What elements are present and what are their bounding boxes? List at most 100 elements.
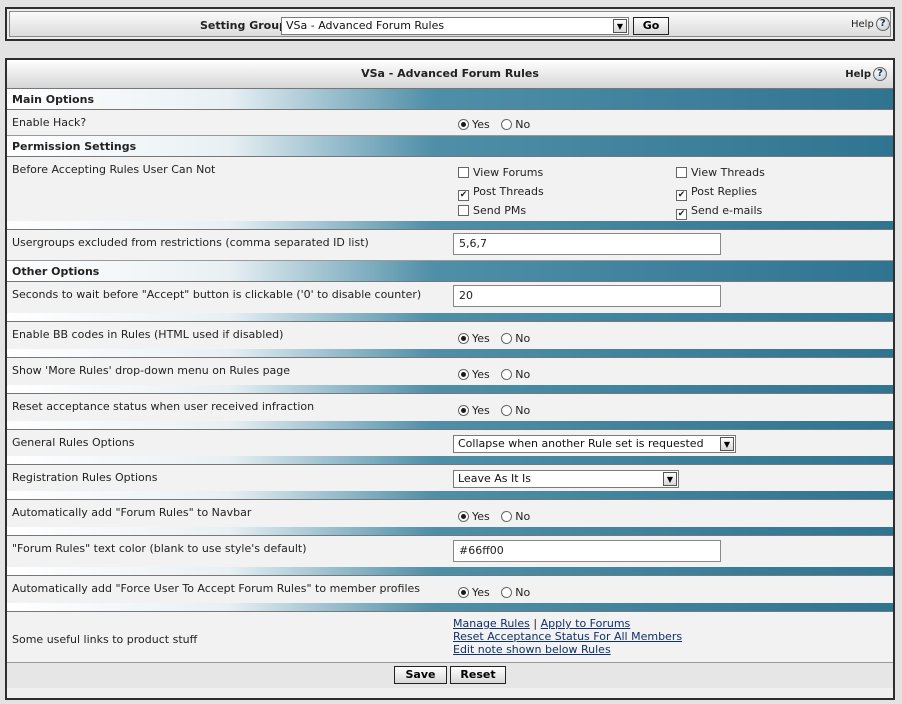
reset-button[interactable]: Reset	[450, 666, 506, 684]
setting-label: General Rules Options	[12, 436, 135, 449]
general-rules-select[interactable]: Collapse when another Rule set is reques…	[453, 435, 736, 453]
checkmark-icon: ✔	[458, 190, 469, 201]
radio-selected-icon	[458, 405, 469, 416]
setting-group-selected: VSa - Advanced Forum Rules	[286, 19, 445, 32]
section-main-options: Main Options	[7, 89, 893, 110]
radio-no[interactable]: No	[501, 332, 530, 345]
separator	[7, 603, 893, 612]
settings-panel: VSa - Advanced Forum Rules Help? Main Op…	[5, 58, 895, 700]
checkbox-send-emails[interactable]: ✔ Send e-mails	[676, 204, 762, 220]
edit-note-link[interactable]: Edit note shown below Rules	[453, 643, 611, 656]
checkmark-icon: ✔	[676, 190, 687, 201]
seconds-input[interactable]: 20	[453, 285, 721, 307]
panel-help-label: Help	[845, 69, 871, 80]
reset-acceptance-link[interactable]: Reset Acceptance Status For All Members	[453, 630, 682, 643]
general-rules-selected: Collapse when another Rule set is reques…	[458, 437, 704, 450]
setting-label: Show 'More Rules' drop-down menu on Rule…	[12, 364, 291, 377]
setting-label: Before Accepting Rules User Can Not	[12, 163, 216, 176]
radio-selected-icon	[458, 511, 469, 522]
separator	[7, 349, 893, 358]
panel-title-row: VSa - Advanced Forum Rules Help?	[7, 60, 893, 89]
setting-label: Enable BB codes in Rules (HTML used if d…	[12, 328, 284, 341]
separator	[7, 421, 893, 430]
setting-label: Automatically add "Force User To Accept …	[12, 582, 421, 595]
top-help-label: Help	[851, 19, 874, 30]
help-icon: ?	[875, 17, 890, 31]
setting-usergroups-excluded: Usergroups excluded from restrictions (c…	[7, 230, 893, 261]
setting-label: Seconds to wait before "Accept" button i…	[12, 288, 422, 301]
checkbox-post-replies[interactable]: ✔ Post Replies	[676, 185, 757, 201]
panel-help-link[interactable]: Help?	[845, 61, 887, 88]
setting-group-select[interactable]: VSa - Advanced Forum Rules ▼	[281, 17, 629, 35]
setting-seconds-wait: Seconds to wait before "Accept" button i…	[7, 282, 893, 313]
radio-no[interactable]: No	[501, 404, 530, 417]
radio-selected-icon	[458, 369, 469, 380]
radio-selected-icon	[458, 119, 469, 130]
radio-yes[interactable]: Yes	[458, 404, 490, 417]
radio-yes[interactable]: Yes	[458, 510, 490, 523]
manage-rules-link[interactable]: Manage Rules	[453, 617, 530, 630]
setting-label: Reset acceptance status when user receiv…	[12, 400, 315, 413]
radio-selected-icon	[458, 587, 469, 598]
setting-text-color: "Forum Rules" text color (blank to use s…	[7, 536, 893, 567]
form-footer: Save Reset	[7, 662, 893, 688]
setting-group-bar: Setting Group VSa - Advanced Forum Rules…	[5, 7, 895, 41]
setting-group-label: Setting Group	[200, 19, 287, 32]
checkmark-icon: ✔	[676, 209, 687, 220]
radio-yes[interactable]: Yes	[458, 586, 490, 599]
checkbox-send-pms[interactable]: Send PMs	[458, 204, 526, 217]
separator	[7, 567, 893, 576]
section-permission-settings: Permission Settings	[7, 136, 893, 157]
setting-reset-infraction: Reset acceptance status when user receiv…	[7, 394, 893, 421]
radio-icon	[501, 511, 513, 522]
radio-yes[interactable]: Yes	[458, 332, 490, 345]
registration-rules-selected: Leave As It Is	[458, 472, 531, 485]
radio-icon	[501, 405, 513, 416]
help-icon: ?	[873, 67, 887, 81]
checkbox-post-threads[interactable]: ✔ Post Threads	[458, 185, 544, 201]
registration-rules-select[interactable]: Leave As It Is ▼	[453, 470, 679, 488]
text-color-input[interactable]: #66ff00	[453, 540, 721, 562]
checkbox-view-forums[interactable]: View Forums	[458, 166, 543, 179]
separator	[7, 313, 893, 322]
radio-no[interactable]: No	[501, 586, 530, 599]
radio-icon	[501, 119, 513, 130]
top-help-link[interactable]: Help?	[851, 17, 890, 31]
setting-enable-hack: Enable Hack? Yes No	[7, 110, 893, 136]
setting-label: Usergroups excluded from restrictions (c…	[12, 236, 369, 249]
chevron-down-icon: ▼	[663, 472, 677, 486]
radio-yes[interactable]: Yes	[458, 118, 490, 131]
radio-no[interactable]: No	[501, 368, 530, 381]
separator	[7, 491, 893, 500]
setting-label: Registration Rules Options	[12, 471, 158, 484]
setting-bb-codes: Enable BB codes in Rules (HTML used if d…	[7, 322, 893, 349]
radio-icon	[501, 333, 513, 344]
separator	[7, 456, 893, 465]
radio-selected-icon	[458, 333, 469, 344]
setting-label: Automatically add "Forum Rules" to Navba…	[12, 506, 252, 519]
setting-before-accepting: Before Accepting Rules User Can Not View…	[7, 157, 893, 221]
save-button[interactable]: Save	[394, 666, 447, 684]
link-separator: |	[533, 617, 538, 630]
checkbox-icon	[458, 205, 469, 216]
setting-label: "Forum Rules" text color (blank to use s…	[12, 542, 307, 555]
apply-to-forums-link[interactable]: Apply to Forums	[541, 617, 631, 630]
checkbox-view-threads[interactable]: View Threads	[676, 166, 765, 179]
setting-label: Some useful links to product stuff	[12, 633, 198, 646]
usergroups-input[interactable]: 5,6,7	[453, 233, 721, 255]
radio-no[interactable]: No	[501, 510, 530, 523]
checkbox-icon	[458, 167, 469, 178]
radio-yes[interactable]: Yes	[458, 368, 490, 381]
go-button[interactable]: Go	[633, 17, 669, 35]
setting-useful-links: Some useful links to product stuff Manag…	[7, 612, 893, 662]
radio-no[interactable]: No	[501, 118, 530, 131]
separator	[7, 385, 893, 394]
radio-icon	[501, 369, 513, 380]
chevron-down-icon: ▼	[613, 19, 627, 33]
setting-label: Enable Hack?	[12, 116, 87, 129]
panel-title: VSa - Advanced Forum Rules	[361, 67, 539, 80]
chevron-down-icon: ▼	[720, 437, 734, 451]
setting-force-accept-profiles: Automatically add "Force User To Accept …	[7, 576, 893, 603]
setting-registration-rules-options: Registration Rules Options Leave As It I…	[7, 465, 893, 491]
checkbox-icon	[676, 167, 687, 178]
